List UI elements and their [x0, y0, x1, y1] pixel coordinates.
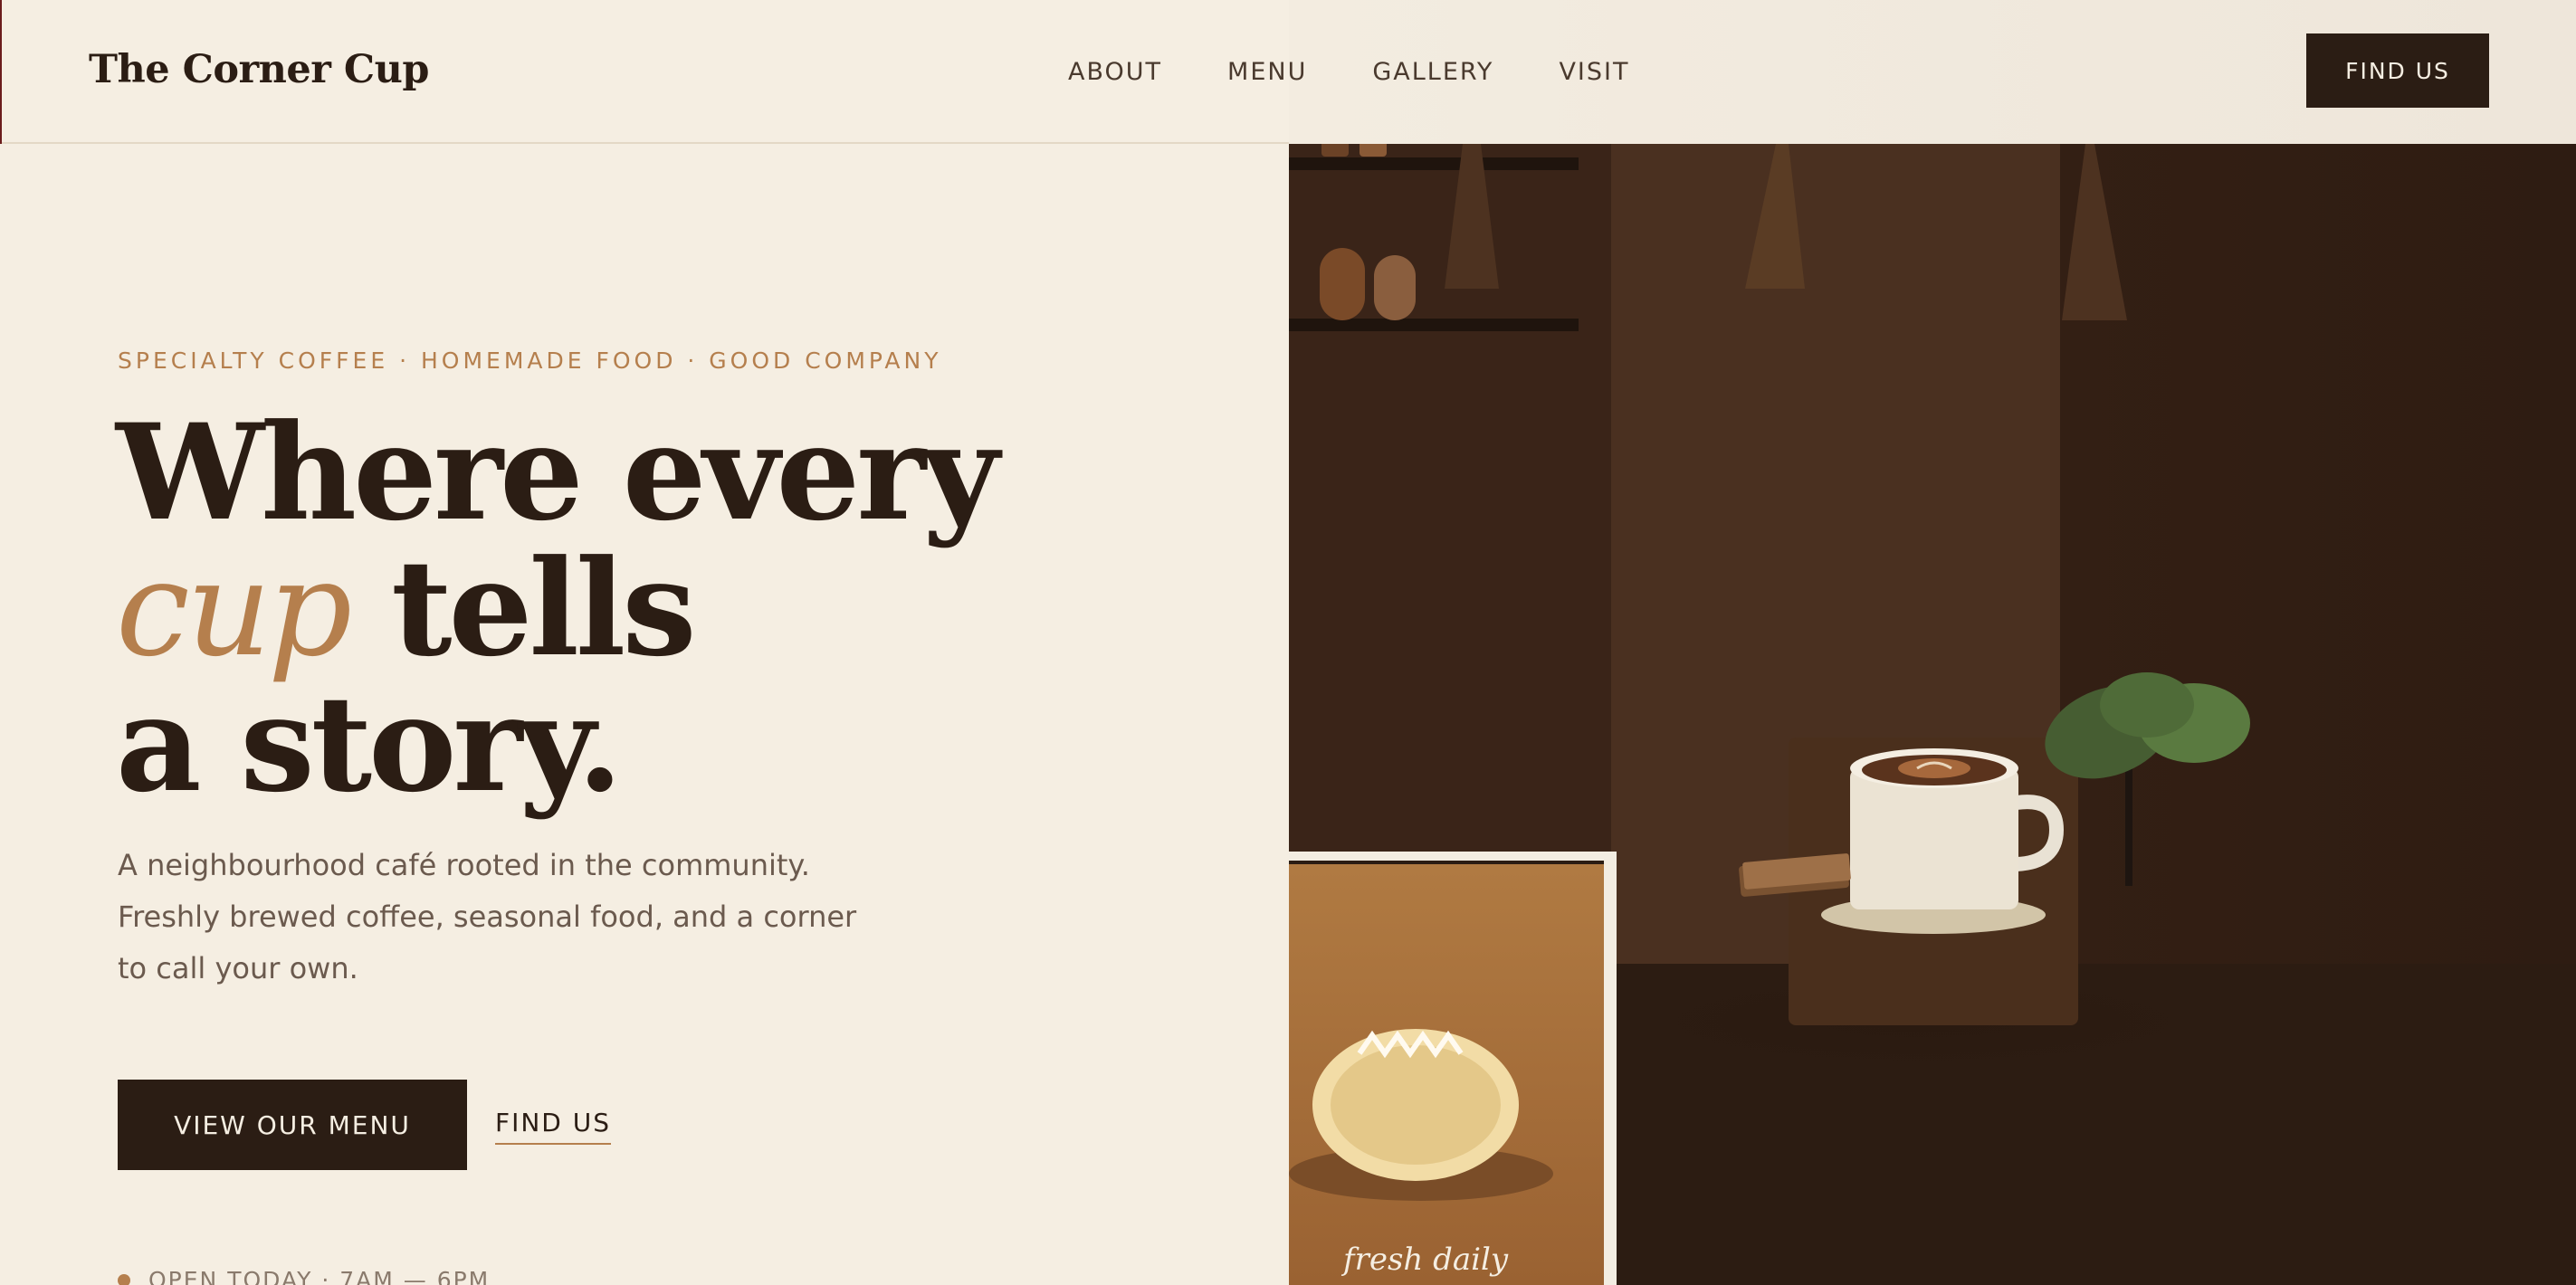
nav-link-about[interactable]: ABOUT: [1068, 58, 1162, 86]
hero-headline: Where every cup tells a story.: [116, 405, 999, 813]
hero-lede: A neighbourhood café rooted in the commu…: [118, 848, 857, 985]
nav-find-us-button[interactable]: FIND US: [2306, 33, 2489, 108]
nav-links: ABOUT MENU GALLERY VISIT: [1068, 58, 1694, 86]
find-us-link[interactable]: FIND US: [495, 1108, 612, 1145]
headline-line-2: tells: [348, 531, 696, 686]
headline-line-3: a story.: [116, 667, 623, 822]
nav-link-gallery[interactable]: GALLERY: [1372, 58, 1493, 86]
hero-illustration: [1289, 144, 2576, 1285]
status-dot-icon: [118, 1273, 130, 1285]
hours-status: OPEN TODAY · 7AM — 6PM: [118, 1267, 490, 1285]
top-nav: The Corner Cup ABOUT MENU GALLERY VISIT …: [0, 0, 2576, 144]
card-caption: fresh daily: [1343, 1242, 1509, 1278]
hero-kicker: SPECIALTY COFFEE · HOMEMADE FOOD · GOOD …: [118, 347, 942, 374]
headline-line-1: Where every: [116, 395, 999, 550]
window-edge: [0, 0, 2, 144]
headline-accent: cup: [116, 532, 352, 686]
nav-link-visit[interactable]: VISIT: [1559, 58, 1629, 86]
hours-text: OPEN TODAY · 7AM — 6PM: [148, 1267, 491, 1285]
nav-link-menu[interactable]: MENU: [1227, 58, 1307, 86]
view-menu-button[interactable]: VIEW OUR MENU: [118, 1080, 467, 1170]
brand-logo[interactable]: The Corner Cup: [89, 47, 429, 92]
